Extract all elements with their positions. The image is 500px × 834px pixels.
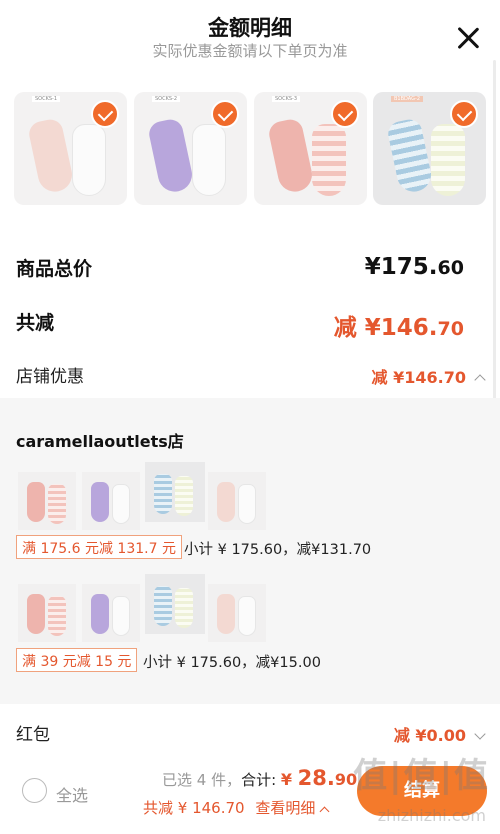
product-thumbnails: SOCKS-1 SOCKS-2 SOCKS-3 B1BDAG-2 [14, 92, 486, 206]
group1-product-thumb [18, 472, 76, 530]
redpacket-value[interactable]: 减 ¥0.00 [393, 722, 486, 746]
total-reduce-label: 共减 [16, 312, 55, 334]
view-detail-link[interactable]: 查看明细 [255, 799, 315, 817]
shop-discount-row[interactable]: 店铺优惠 减 ¥146.70 [0, 360, 500, 392]
product-thumb-1[interactable]: SOCKS-1 [14, 92, 127, 205]
product-thumb-2[interactable]: SOCKS-2 [134, 92, 247, 205]
group1-product-thumb [208, 472, 266, 530]
watermark-url: zhizhizhi.com [377, 806, 486, 825]
redpacket-label: 红包 [16, 725, 50, 745]
sock-image [312, 124, 346, 196]
total-price-label: 商品总价 [16, 258, 93, 280]
shop-discount-value[interactable]: 减 ¥146.70 [371, 364, 486, 388]
group-subtotal: 小计 ¥ 175.60，减¥131.70 [184, 542, 372, 558]
group1-product-thumb [145, 462, 205, 522]
product-thumb-3[interactable]: SOCKS-3 [254, 92, 367, 205]
footer-total-symbol: ¥ [280, 770, 298, 789]
close-icon[interactable] [456, 26, 480, 50]
check-icon[interactable] [331, 100, 359, 128]
detail-header: 金额明细 实际优惠金额请以下单页为准 [0, 0, 500, 80]
promo-badge: 满 39 元减 15 元 [16, 648, 138, 672]
redpacket-amount: 减 ¥0.00 [393, 726, 466, 745]
group2-product-thumb [208, 584, 266, 642]
total-price-value: ¥175.60 [365, 254, 464, 280]
sock-image [26, 117, 76, 195]
total-price-int: ¥175. [364, 254, 438, 280]
footer-reduce-line: 共减 ¥ 146.70 查看明细 [143, 797, 330, 818]
footer-reduce-text: 共减 ¥ 146.70 [143, 799, 245, 817]
group1-product-thumb [82, 472, 140, 530]
sock-image [431, 124, 465, 196]
group2-product-thumb [18, 584, 76, 642]
product-tag: SOCKS-1 [32, 96, 61, 102]
product-tag: SOCKS-3 [272, 96, 301, 102]
sock-image [72, 124, 106, 196]
store-discount-panel: caramellaoutlets店 满 175.6 元减 131.7 元 小计 … [0, 398, 500, 704]
reduce-price-int: 减 ¥146. [333, 315, 438, 341]
store-name: caramellaoutlets店 [16, 432, 184, 451]
page-subtitle: 实际优惠金额请以下单页为准 [152, 42, 348, 60]
total-reduce-row: 共减 减 ¥146.70 [0, 306, 500, 346]
group2-product-thumb [145, 574, 205, 634]
group-subtotal: 小计 ¥ 175.60，减¥15.00 [143, 655, 321, 671]
footer-summary: 已选 4 件，合计: ¥ 28.90 [162, 766, 357, 790]
watermark-logo: 值|值|值 [353, 756, 490, 796]
chevron-down-icon[interactable] [474, 728, 486, 740]
sock-image [192, 124, 226, 196]
select-all-label[interactable]: 全选 [56, 782, 88, 806]
sock-image [146, 117, 196, 195]
total-price-row: 商品总价 ¥175.60 [0, 252, 500, 292]
footer-total-int: 28. [297, 766, 335, 790]
check-icon[interactable] [211, 100, 239, 128]
chevron-up-icon[interactable] [319, 806, 330, 817]
promo-badge: 满 175.6 元减 131.7 元 [16, 535, 182, 559]
redpacket-row[interactable]: 红包 减 ¥0.00 [0, 718, 500, 750]
product-tag: B1BDAG-2 [391, 96, 423, 102]
total-price-dec: 60 [437, 257, 464, 279]
sock-image [266, 117, 316, 195]
shop-discount-label: 店铺优惠 [16, 367, 84, 387]
chevron-up-icon[interactable] [474, 374, 486, 386]
footer-total-label: 合计: [241, 771, 281, 789]
selected-count: 已选 4 件， [162, 771, 242, 789]
sock-image [385, 117, 435, 195]
product-thumb-4[interactable]: B1BDAG-2 [373, 92, 486, 205]
product-tag: SOCKS-2 [152, 96, 181, 102]
check-icon[interactable] [91, 100, 119, 128]
check-icon[interactable] [450, 100, 478, 128]
shop-discount-amount: 减 ¥146.70 [371, 368, 466, 387]
page-title: 金额明细 [208, 16, 292, 40]
group2-product-thumb [82, 584, 140, 642]
total-reduce-value: 减 ¥146.70 [334, 308, 464, 342]
select-all-radio[interactable] [22, 778, 47, 803]
reduce-price-dec: 70 [437, 318, 464, 340]
